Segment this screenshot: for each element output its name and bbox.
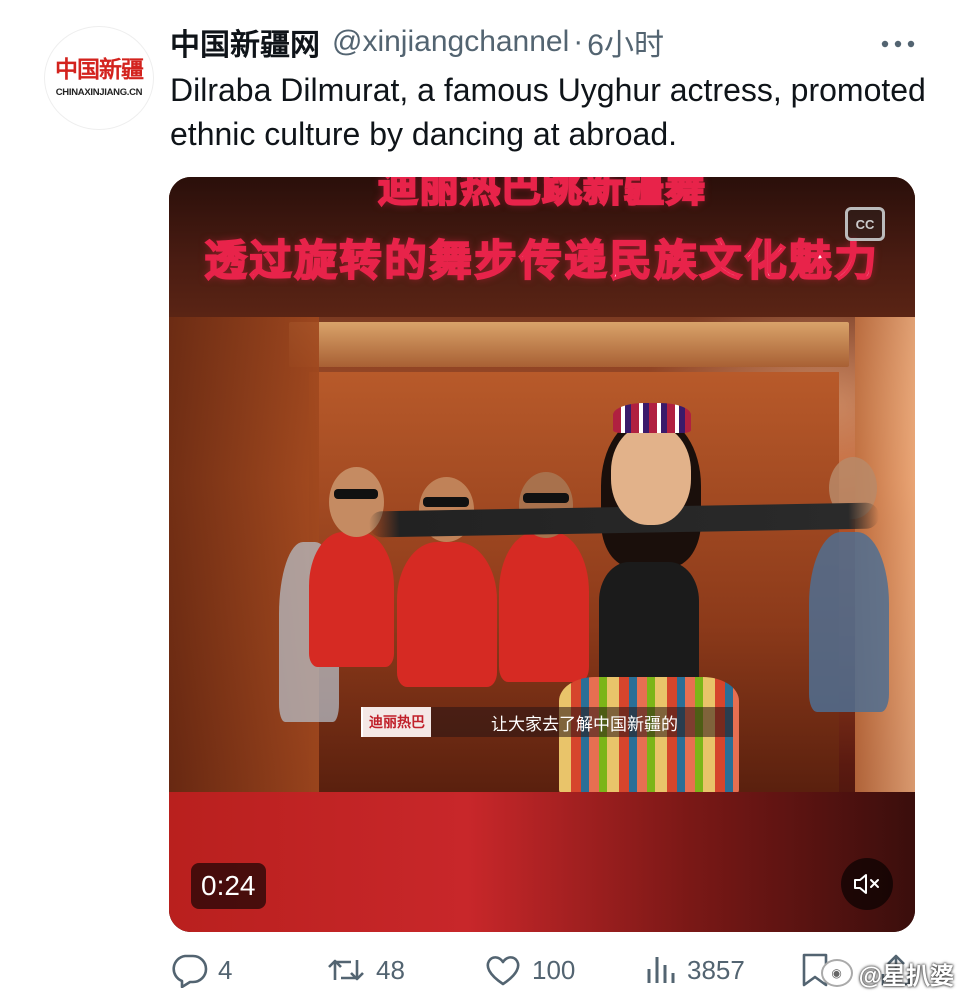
spectator [397,542,497,687]
video-duration: 0:24 [191,863,266,909]
tweet-text: Dilraba Dilmurat, a famous Uyghur actres… [170,72,926,152]
avatar-domain: CHINAXINJIANG.CN [55,87,143,98]
spectator [809,532,889,712]
spectator [499,532,589,682]
like-button[interactable]: 100 [484,945,575,995]
video-subtitle-bar: 迪丽热巴 让大家去了解中国新疆的 [361,707,733,737]
reply-icon [170,952,208,988]
tweet-header: 中国新疆网 @xinjiangchannel · 6小时 [170,22,664,62]
avatar[interactable]: 中国新疆 CHINAXINJIANG.CN [44,26,154,130]
heart-icon [484,953,522,987]
retweet-button[interactable]: 48 [326,945,405,995]
spectator [309,532,394,667]
user-handle[interactable]: @xinjiangchannel [332,25,569,59]
dancer-dress [559,677,739,797]
subtitle-text: 让大家去了解中国新疆的 [491,714,678,734]
spectator-mask [334,489,378,499]
display-name[interactable]: 中国新疆网 [170,20,320,64]
video-player[interactable]: 迪丽热巴跳新疆舞 透过旋转的舞步传递民族文化魅力 CC 迪丽热巴 让大家去了解中… [169,177,915,932]
video-bottom-band [169,792,915,932]
source-watermark: ◉ @星扒婆 [820,955,954,991]
tweet-actions: 4 48 100 3857 [0,945,960,995]
bar-chart-icon [645,953,677,987]
retweet-count: 48 [376,954,405,985]
video-caption-top: 迪丽热巴跳新疆舞 [377,177,706,211]
views-button[interactable]: 3857 [645,945,745,995]
volume-muted-icon[interactable] [841,858,893,910]
reply-count: 4 [218,954,233,985]
video-caption-main: 透过旋转的舞步传递民族文化魅力 [203,236,880,285]
watermark-text: @星扒婆 [858,962,954,990]
dancer-body [599,562,699,692]
views-count: 3857 [687,954,745,985]
more-horizontal-icon[interactable] [880,28,916,56]
like-count: 100 [532,954,576,985]
spectator-mask [523,493,569,503]
reply-button[interactable]: 4 [170,945,232,995]
tweet-time[interactable]: 6小时 [587,20,664,64]
dancer-face [611,425,691,525]
avatar-logo: 中国新疆 [55,56,144,83]
scene-beam [289,322,849,367]
dancer-hat [613,403,691,433]
retweet-icon [326,952,366,988]
weibo-logo-icon: ◉ [820,959,853,987]
separator-dot: · [573,25,584,58]
subtitle-name-tag: 迪丽热巴 [363,707,431,737]
closed-captions-icon[interactable]: CC [845,207,885,241]
spectator-mask [423,497,469,507]
